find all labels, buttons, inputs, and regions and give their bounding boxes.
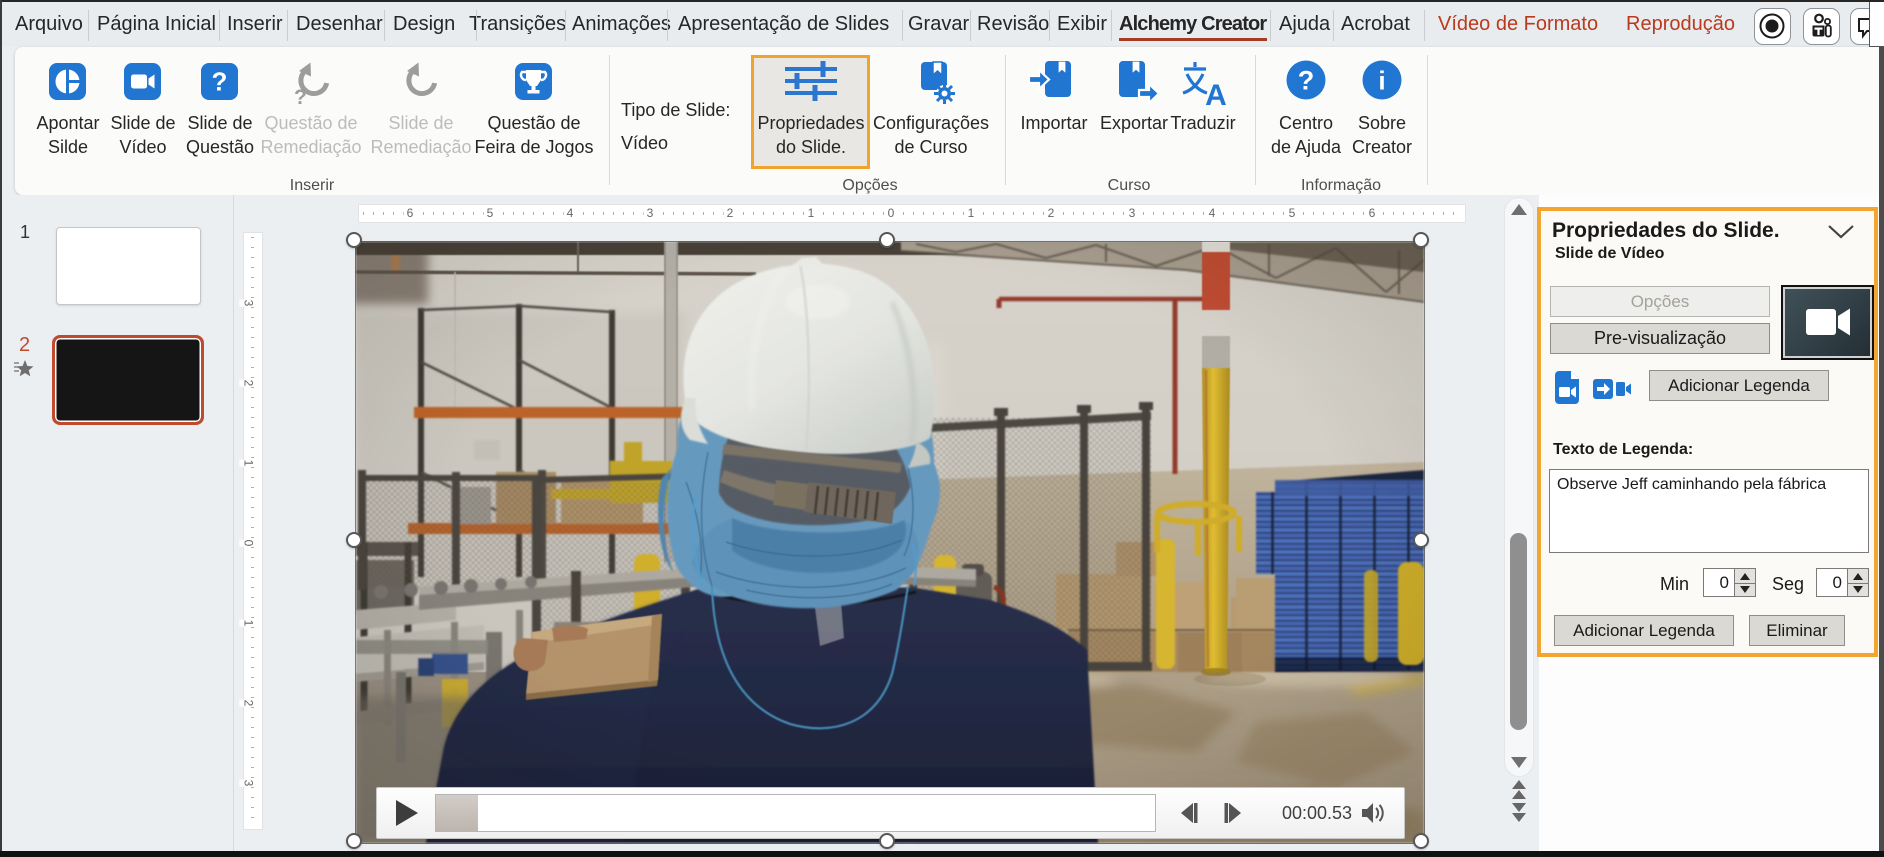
svg-text:?: ? [212,67,228,97]
svg-text:A: A [1205,79,1227,107]
svg-text:?: ? [1298,66,1315,96]
svg-text:?: ? [294,86,307,105]
svg-text:i: i [1378,66,1385,96]
